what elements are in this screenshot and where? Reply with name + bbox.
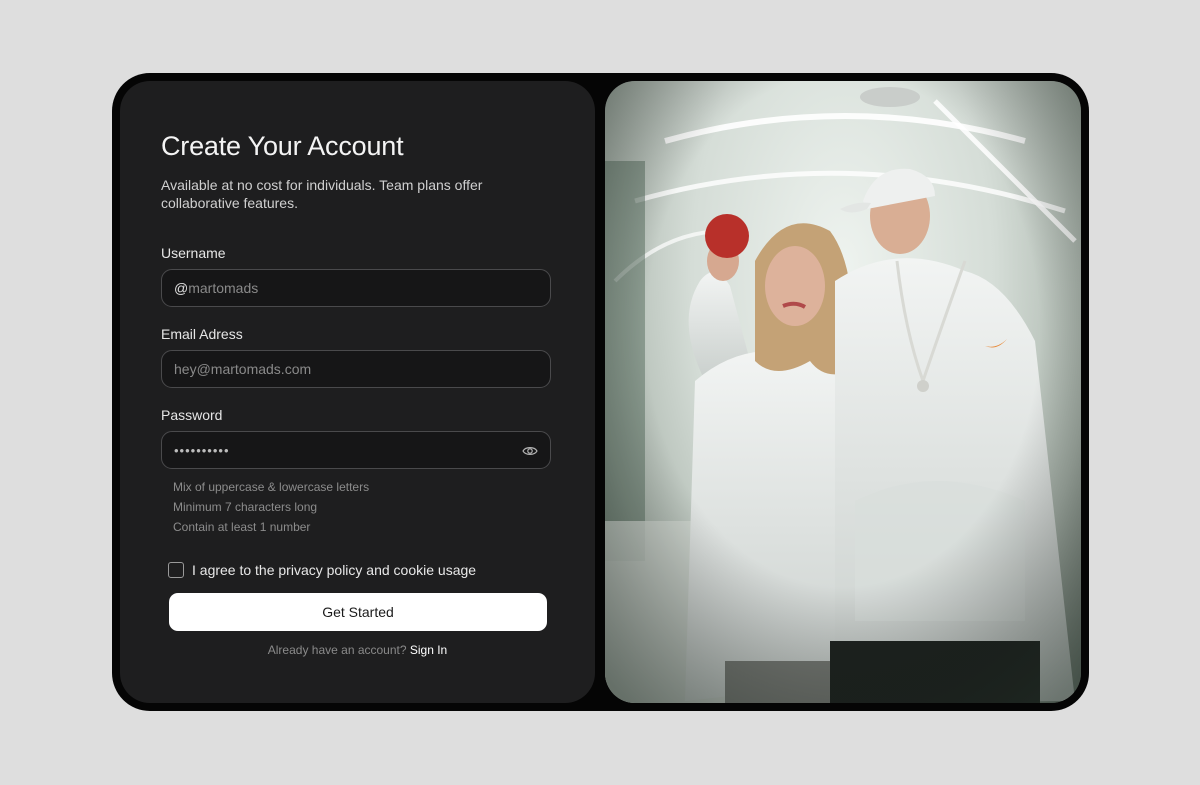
page-title: Create Your Account [161,131,404,161]
password-input[interactable]: •••••••••• [161,431,551,469]
signin-prompt: Already have an account? [267,643,407,657]
password-requirements: Mix of uppercase & lowercase letters Min… [173,477,369,537]
privacy-checkbox[interactable] [168,562,184,578]
requirement-item: Mix of uppercase & lowercase letters [173,480,370,494]
hero-photo-illustration [605,81,1081,703]
requirement-item: Minimum 7 characters long [173,500,318,514]
device-frame: Create Your Account Available at no cost… [112,73,1089,711]
privacy-agreement[interactable]: I agree to the privacy policy and cookie… [168,562,476,578]
username-label: Username [161,245,226,261]
page-subtitle: Available at no cost for individuals. Te… [161,177,483,211]
eye-icon[interactable] [522,443,538,459]
signin-link[interactable]: Sign In [410,643,447,657]
get-started-button[interactable]: Get Started [169,593,547,631]
username-prefix: @ [174,280,189,296]
username-placeholder: martomads [188,280,259,296]
email-input[interactable]: hey@martomads.com [161,350,551,388]
email-label: Email Adress [161,326,243,342]
requirement-item: Contain at least 1 number [173,520,311,534]
password-label: Password [161,407,223,423]
privacy-agreement-text: I agree to the privacy policy and cookie… [192,562,477,578]
email-placeholder: hey@martomads.com [174,361,312,377]
signup-form-panel: Create Your Account Available at no cost… [120,81,595,703]
signin-row: Already have an account? Sign In [120,643,595,657]
username-input[interactable]: @ martomads [161,269,551,307]
hero-photo [605,81,1081,703]
password-value: •••••••••• [174,442,230,458]
